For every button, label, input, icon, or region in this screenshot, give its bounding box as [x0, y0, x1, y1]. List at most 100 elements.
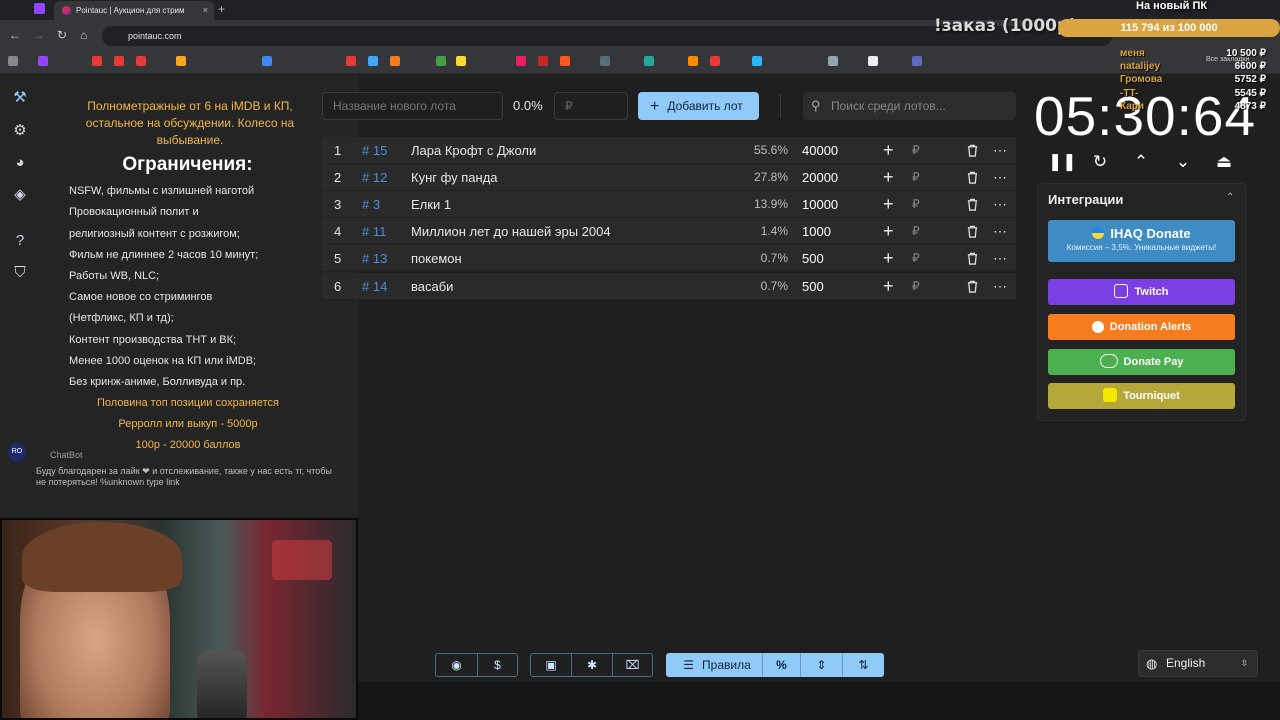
- reload-icon[interactable]: ↻: [57, 28, 67, 42]
- rules-button[interactable]: ☰ Правила: [672, 653, 762, 677]
- bookmark-icon[interactable]: [868, 56, 878, 66]
- auction-hammer-icon[interactable]: ⚒: [11, 89, 29, 107]
- add-amount-icon[interactable]: +: [883, 245, 894, 272]
- lot-name[interactable]: васаби: [411, 273, 453, 300]
- lot-amount[interactable]: 20000: [802, 164, 838, 191]
- lot-amount[interactable]: 10000: [802, 191, 838, 218]
- bookmark-icon[interactable]: [710, 56, 720, 66]
- more-options-icon[interactable]: ⋯: [993, 191, 1007, 218]
- twitch-pinned-tab-icon[interactable]: [34, 3, 45, 14]
- lot-amount[interactable]: 500: [802, 273, 824, 300]
- wheel-chart-icon[interactable]: ◕: [11, 154, 29, 172]
- new-lot-amount-input[interactable]: ₽: [554, 92, 628, 120]
- timer-max-icon[interactable]: ⏏: [1213, 151, 1235, 173]
- apps-icon[interactable]: [8, 56, 18, 66]
- subtract-time-icon[interactable]: ⌄: [1172, 151, 1194, 173]
- delete-lot-icon[interactable]: [966, 225, 979, 238]
- collapse-chevron-icon[interactable]: ⌃: [1226, 192, 1234, 203]
- more-options-icon[interactable]: ⋯: [993, 164, 1007, 191]
- bookmark-icon[interactable]: [368, 56, 378, 66]
- bug-report-icon[interactable]: ✱: [572, 653, 612, 677]
- bookmark-sheets-icon[interactable]: [436, 56, 446, 66]
- ihaq-donate-button[interactable]: IHAQ Donate Комиссия – 3,5%. Уникальные …: [1048, 220, 1235, 262]
- add-amount-icon[interactable]: +: [883, 164, 894, 191]
- browser-tab-pointauc[interactable]: Pointauc | Аукцион для стрим ×: [54, 1, 214, 20]
- ruble-icon[interactable]: ₽: [912, 273, 920, 300]
- add-amount-icon[interactable]: +: [883, 218, 894, 245]
- add-amount-icon[interactable]: +: [883, 191, 894, 218]
- bookmark-icon[interactable]: [688, 56, 698, 66]
- reset-timer-icon[interactable]: ↻: [1089, 151, 1111, 173]
- lot-amount[interactable]: 1000: [802, 218, 831, 245]
- bookmark-mail-icon[interactable]: [176, 56, 186, 66]
- lot-amount[interactable]: 40000: [802, 137, 838, 164]
- ruble-icon[interactable]: ₽: [912, 245, 920, 272]
- add-amount-icon[interactable]: +: [883, 273, 894, 300]
- more-options-icon[interactable]: ⋯: [993, 218, 1007, 245]
- ruble-icon[interactable]: ₽: [912, 191, 920, 218]
- lot-search-input[interactable]: ⚲ Поиск среди лотов...: [803, 92, 1016, 120]
- lot-name[interactable]: Лара Крофт с Джоли: [411, 137, 536, 164]
- donate-dollar-icon[interactable]: $: [478, 653, 517, 677]
- pause-icon[interactable]: ❚❚: [1048, 151, 1077, 173]
- help-icon[interactable]: ?: [11, 232, 29, 250]
- ruble-icon[interactable]: ₽: [912, 218, 920, 245]
- delete-lot-icon[interactable]: [966, 252, 979, 265]
- lot-name[interactable]: Кунг фу панда: [411, 164, 498, 191]
- twitch-integration-button[interactable]: Twitch: [1048, 279, 1235, 305]
- github-icon[interactable]: ◉: [436, 653, 477, 677]
- bookmark-icon[interactable]: [912, 56, 922, 66]
- new-tab-button[interactable]: +: [218, 0, 225, 18]
- tab-close-icon[interactable]: ×: [203, 1, 208, 20]
- delete-lot-icon[interactable]: [966, 280, 979, 293]
- forward-icon[interactable]: →: [33, 28, 45, 42]
- language-select[interactable]: ◍ English ⇳: [1138, 650, 1258, 677]
- shield-icon[interactable]: ⛉: [11, 264, 29, 282]
- bookmark-icon[interactable]: [346, 56, 356, 66]
- back-icon[interactable]: ←: [9, 28, 21, 42]
- new-lot-name-input[interactable]: Название нового лота: [322, 92, 503, 120]
- clear-all-icon[interactable]: ⌧: [613, 653, 652, 677]
- bookmark-twitch-icon[interactable]: [38, 56, 48, 66]
- bookmark-youtube-icon[interactable]: [136, 56, 146, 66]
- bookmark-icon[interactable]: [600, 56, 610, 66]
- add-lot-button[interactable]: + Добавить лот: [638, 92, 759, 120]
- save-icon[interactable]: ▣: [531, 653, 571, 677]
- add-amount-icon[interactable]: +: [883, 137, 894, 164]
- bookmark-icon[interactable]: [538, 56, 548, 66]
- home-icon[interactable]: ⌂: [80, 28, 87, 42]
- layers-icon[interactable]: ◈: [11, 186, 29, 204]
- add-time-icon[interactable]: ⌃: [1130, 151, 1152, 173]
- lot-amount[interactable]: 500: [802, 245, 824, 272]
- delete-lot-icon[interactable]: [966, 171, 979, 184]
- bookmark-icon[interactable]: [92, 56, 102, 66]
- settings-gear-icon[interactable]: ⚙: [11, 122, 29, 140]
- more-options-icon[interactable]: ⋯: [993, 137, 1007, 164]
- ruble-icon[interactable]: ₽: [912, 164, 920, 191]
- lot-name[interactable]: Елки 1: [411, 191, 451, 218]
- compact-view-icon[interactable]: ⇕: [801, 653, 842, 677]
- bookmark-icon[interactable]: [456, 56, 466, 66]
- bookmark-icon[interactable]: [644, 56, 654, 66]
- delete-lot-icon[interactable]: [966, 198, 979, 211]
- lot-name[interactable]: Миллион лет до нашей эры 2004: [411, 218, 611, 245]
- bookmark-icon[interactable]: [560, 56, 570, 66]
- ruble-icon[interactable]: ₽: [912, 137, 920, 164]
- tourniquet-button[interactable]: Tourniquet: [1048, 383, 1235, 409]
- bookmark-icon[interactable]: [516, 56, 526, 66]
- lot-index: 1: [334, 143, 342, 158]
- bookmark-telegram-icon[interactable]: [752, 56, 762, 66]
- bookmark-icon[interactable]: [828, 56, 838, 66]
- bookmark-chrome-icon[interactable]: [262, 56, 272, 66]
- bookmark-youtube-icon[interactable]: [114, 56, 124, 66]
- lot-name[interactable]: покемон: [411, 245, 462, 272]
- rule-line: (Нетфликс, КП и тд);: [69, 312, 174, 324]
- donation-alerts-button[interactable]: Donation Alerts: [1048, 314, 1235, 340]
- bookmark-icon[interactable]: [390, 56, 400, 66]
- donate-pay-button[interactable]: Donate Pay: [1048, 349, 1235, 375]
- more-options-icon[interactable]: ⋯: [993, 273, 1007, 300]
- sort-icon[interactable]: ⇅: [843, 653, 884, 677]
- delete-lot-icon[interactable]: [966, 144, 979, 157]
- percent-toggle-button[interactable]: %: [763, 653, 800, 677]
- more-options-icon[interactable]: ⋯: [993, 245, 1007, 272]
